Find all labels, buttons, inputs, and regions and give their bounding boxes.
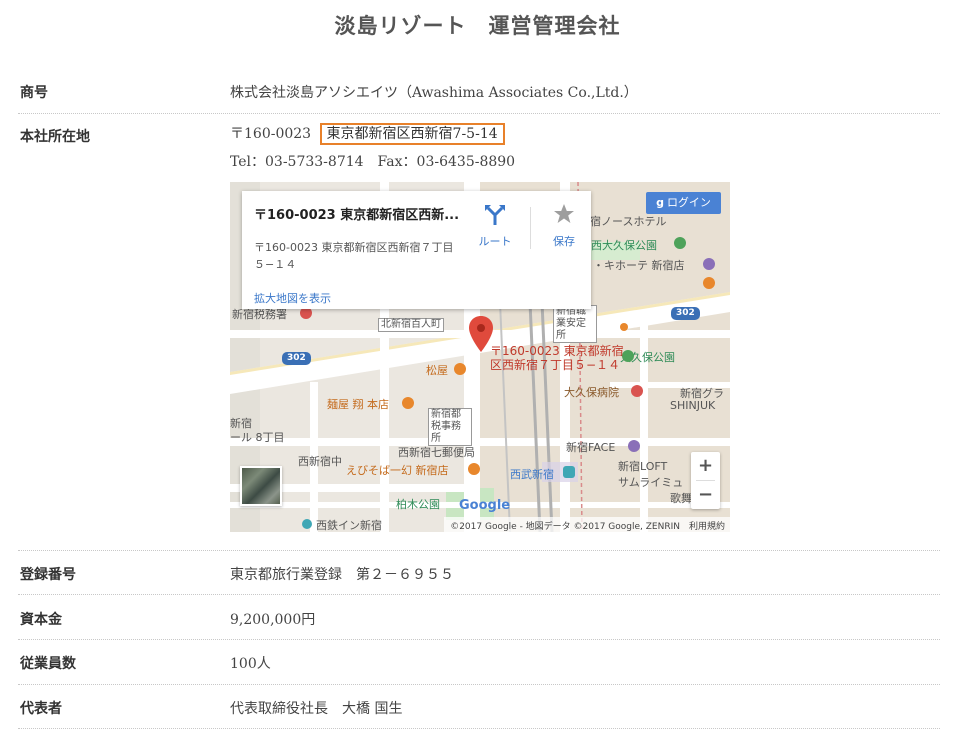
row-company-name: 商号 株式会社淡島アソシエイツ（Awashima Associates Co.,… (18, 70, 940, 114)
page-title: 淡島リゾート 運営管理会社 (334, 13, 621, 38)
map-label: 西鉄イン新宿 (316, 519, 382, 532)
map-label: えびそば一幻 新宿店 (346, 464, 449, 477)
map-label: 大久保病院 (564, 386, 619, 399)
row-value: 株式会社淡島アソシエイツ（Awashima Associates Co.,Ltd… (230, 85, 638, 101)
map-label: 新宿FACE (566, 441, 616, 454)
row-value: 代表取締役社長 大橋 国生 (230, 701, 403, 717)
row-label: 商号 (20, 85, 48, 101)
map-label: 西新宿中 (298, 455, 342, 468)
map-label: 西大久保公園 (591, 239, 657, 252)
shopping-icon (703, 258, 715, 270)
highlighted-address: 東京都新宿区西新宿7-5-14 (319, 123, 505, 145)
login-button[interactable]: g ログイン (646, 192, 721, 214)
google-logo: Google (459, 498, 511, 513)
row-label: 代表者 (20, 701, 62, 717)
park-icon (674, 237, 686, 249)
row-representative: 代表者 代表取締役社長 大橋 国生 (18, 685, 940, 729)
address-line: 〒160-0023 東京都新宿区西新宿7-5-14 (230, 123, 505, 145)
map-copyright[interactable]: ©2017 Google - 地図データ ©2017 Google, ZENRI… (444, 517, 730, 532)
restaurant-icon (402, 397, 414, 409)
google-map[interactable]: 宿ノースホテル 西大久保公園 ・キホーテ 新宿店 新宿税務署 北新宿百人町 新宿… (230, 182, 730, 532)
row-label: 資本金 (20, 612, 62, 628)
venue-icon (628, 440, 640, 452)
row-label: 登録番号 (20, 567, 76, 583)
row-employees: 従業員数 100人 (18, 640, 940, 685)
route-shield: 302 (671, 307, 700, 320)
directions-button[interactable]: ルート (470, 203, 520, 249)
row-registration: 登録番号 東京都旅行業登録 第２－６９５５ (18, 551, 940, 595)
info-card-address: 〒160-0023 東京都新宿区西新宿７丁目５−１４ (254, 241, 454, 271)
login-label: ログイン (666, 196, 711, 209)
map-label: 新宿都税事務所 (428, 408, 472, 446)
row-value: 東京都旅行業登録 第２－６９５５ (230, 567, 454, 583)
view-larger-map-link[interactable]: 拡大地図を表示 (254, 290, 331, 306)
tel-fax: Tel：03-5733-8714 Fax：03-6435-8890 (230, 154, 516, 170)
restaurant-icon (454, 363, 466, 375)
save-label: 保存 (553, 235, 575, 248)
route-shield: 302 (282, 352, 311, 365)
google-g-icon: g (656, 196, 664, 209)
map-label: 歌舞 (670, 492, 692, 505)
info-card-title: 〒160-0023 東京都新宿区西新... (254, 208, 460, 223)
row-label: 従業員数 (20, 656, 76, 672)
map-label: 麺屋 翔 本店 (327, 398, 389, 411)
hotel-icon (302, 519, 312, 529)
map-label: ール 8丁目 (230, 431, 285, 444)
map-label: ・キホーテ 新宿店 (593, 259, 685, 272)
row-value: 100人 (230, 656, 271, 672)
map-label: 松屋 (426, 364, 448, 377)
zoom-out-button[interactable]: − (691, 481, 720, 509)
zoom-control: + − (691, 452, 720, 509)
map-label: 西新宿七郵便局 (398, 446, 475, 459)
directions-label: ルート (478, 235, 512, 248)
zoom-in-button[interactable]: + (691, 452, 720, 480)
pin-label: 〒160-0023 東京都新宿区西新宿７丁目５−１４ (490, 344, 624, 372)
save-button[interactable]: 保存 (542, 203, 586, 249)
poi-icon (620, 323, 628, 331)
train-station-icon (563, 466, 575, 478)
map-label: 西武新宿 (510, 468, 554, 481)
map-label: SHINJUK (670, 399, 716, 412)
restaurant-icon (468, 463, 480, 475)
directions-icon (485, 205, 505, 225)
shopping-icon (703, 277, 715, 289)
row-label: 本社所在地 (20, 129, 90, 145)
map-label: 柏木公園 (396, 498, 440, 511)
map-info-card: 〒160-0023 東京都新宿区西新... 〒160-0023 東京都新宿区西新… (242, 191, 591, 309)
star-icon (554, 204, 574, 223)
map-label: 新宿職業安定所 (553, 305, 597, 343)
divider (530, 207, 531, 249)
hospital-icon (631, 385, 643, 397)
map-label: 北新宿百人町 (378, 318, 444, 332)
map-label: 新宿LOFT (618, 460, 668, 473)
postal-code: 〒160-0023 (230, 126, 312, 142)
row-capital: 資本金 9,200,000円 (18, 595, 940, 640)
row-value: 9,200,000円 (230, 612, 316, 628)
satellite-toggle[interactable] (240, 466, 282, 506)
map-label: 宿ノースホテル (590, 215, 667, 228)
map-label: サムライミュ (618, 476, 684, 489)
